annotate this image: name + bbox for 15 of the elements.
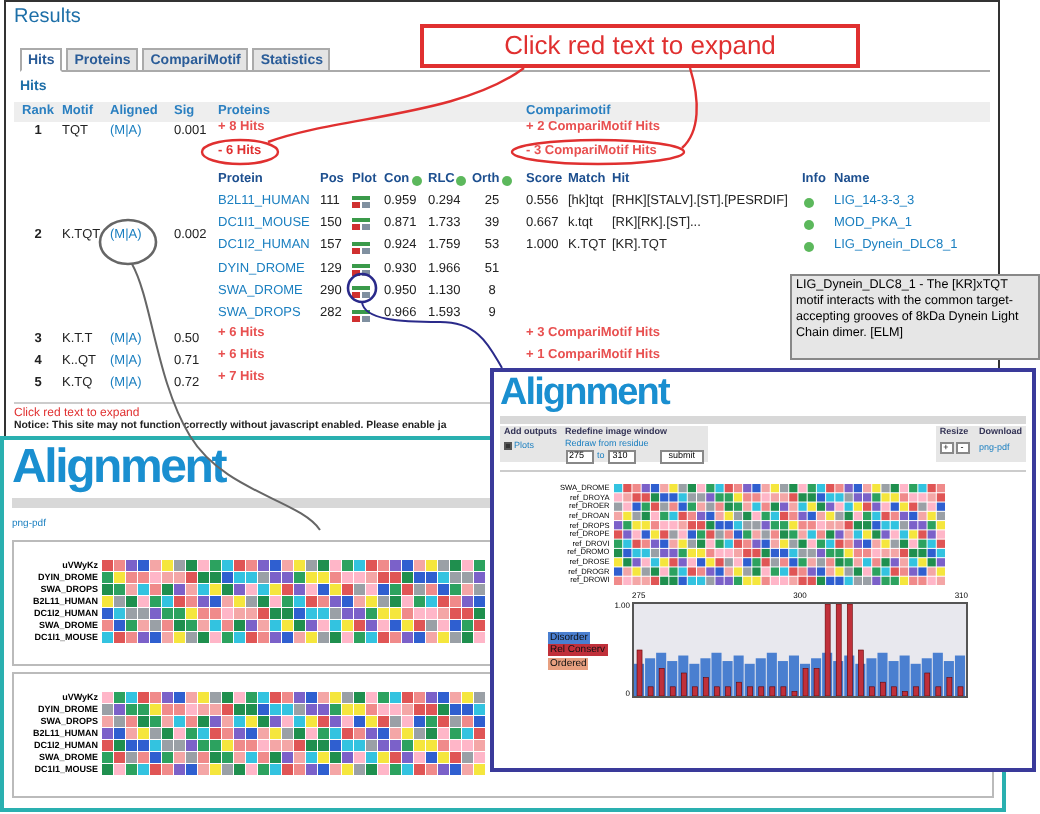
plot-icon[interactable] [352,196,370,209]
callout-text: Click red text to expand [504,28,776,65]
highlight-ellipse [200,138,280,166]
plot-icon[interactable] [352,218,370,231]
highlight-circle [346,272,378,304]
window-title: Alignment [12,444,226,492]
checkbox[interactable] [504,441,512,450]
window-title: Results [14,8,83,28]
connector-line [361,301,503,369]
plot-icon[interactable] [352,241,370,254]
plot-icon[interactable] [352,264,370,277]
plot-icon[interactable] [352,309,370,322]
plot-icon[interactable] [352,286,370,299]
highlight-circle [98,218,158,266]
window-title: Alignment [500,374,669,412]
